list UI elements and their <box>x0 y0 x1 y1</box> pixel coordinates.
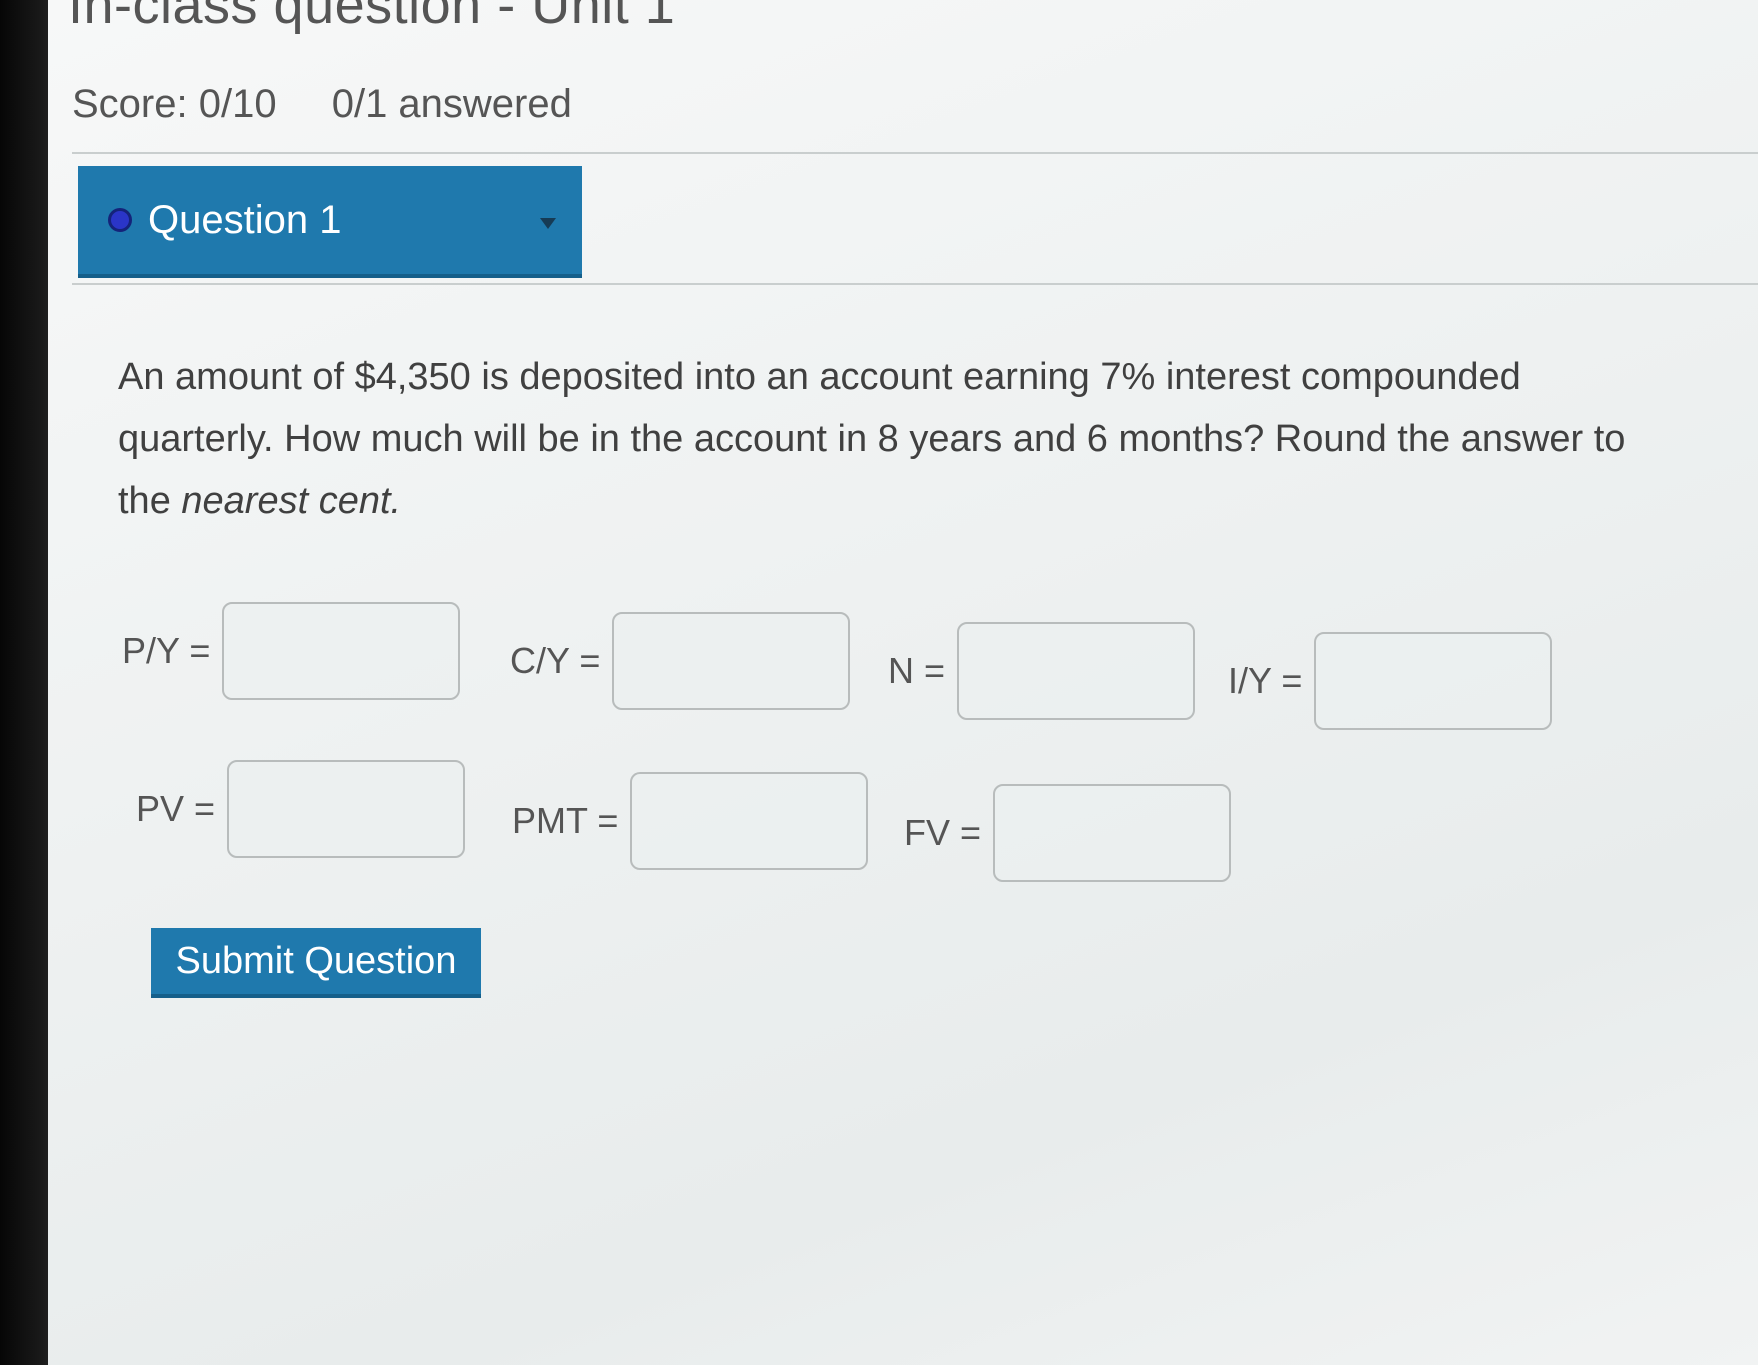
divider <box>72 152 1758 154</box>
pv-field-group: PV = <box>136 760 466 858</box>
pv-input[interactable] <box>227 760 466 858</box>
screen: In-class question - Unit 1 Score: 0/10 0… <box>48 0 1758 1365</box>
n-field-group: N = <box>888 622 1196 720</box>
page-title: In-class question - Unit 1 <box>68 0 676 35</box>
fv-field-group: FV = <box>904 784 1232 882</box>
n-label: N = <box>888 650 946 691</box>
submit-question-button[interactable]: Submit Question <box>151 928 481 998</box>
py-label: P/Y = <box>122 630 211 671</box>
cy-label: C/Y = <box>510 640 601 681</box>
score-line: Score: 0/10 0/1 answered <box>72 82 616 127</box>
cy-input[interactable] <box>612 612 851 710</box>
cy-field-group: C/Y = <box>510 612 851 710</box>
iy-input[interactable] <box>1314 632 1553 730</box>
question-emphasis: nearest cent. <box>181 480 402 522</box>
fv-label: FV = <box>904 812 982 853</box>
answered-count: 0/1 answered <box>331 82 572 126</box>
question-selector[interactable]: Question 1 <box>78 166 582 278</box>
py-input[interactable] <box>222 602 461 700</box>
status-dot-icon <box>108 208 132 232</box>
divider <box>72 283 1758 285</box>
py-field-group: P/Y = <box>122 602 461 700</box>
score-text: Score: 0/10 <box>72 82 277 126</box>
iy-label: I/Y = <box>1228 660 1303 701</box>
iy-field-group: I/Y = <box>1228 632 1553 730</box>
question-selector-label: Question 1 <box>148 197 342 242</box>
n-input[interactable] <box>957 622 1196 720</box>
question-text: An amount of $4,350 is deposited into an… <box>118 346 1678 532</box>
pmt-label: PMT = <box>512 800 619 841</box>
pmt-field-group: PMT = <box>512 772 869 870</box>
pmt-input[interactable] <box>630 772 869 870</box>
chevron-down-icon[interactable] <box>540 218 556 229</box>
fv-input[interactable] <box>993 784 1232 882</box>
pv-label: PV = <box>136 788 216 829</box>
